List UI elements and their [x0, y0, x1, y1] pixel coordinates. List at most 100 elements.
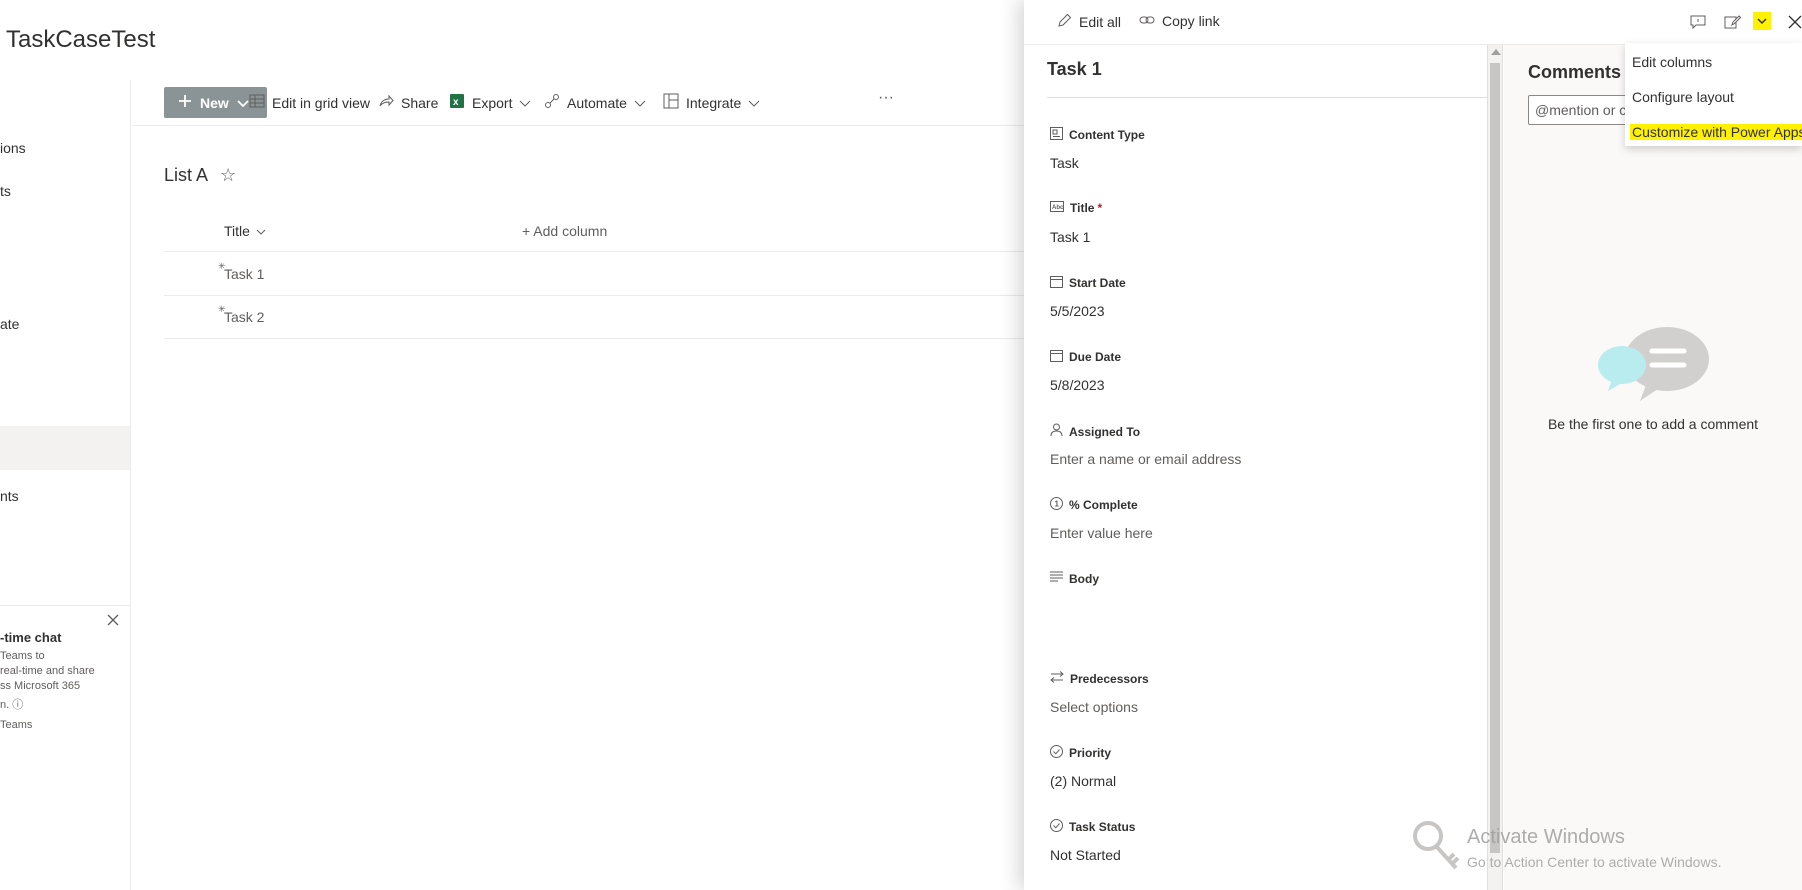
menu-item-edit-columns[interactable]: Edit columns: [1632, 54, 1712, 70]
row-title[interactable]: Task 1: [224, 266, 264, 282]
plus-icon: [178, 94, 192, 111]
share-icon: [378, 93, 394, 112]
field-label-text: Title: [1070, 201, 1095, 215]
menu-item-customize-power-apps[interactable]: Customize with Power Apps: [1630, 124, 1802, 140]
field-label-task-status: Task Status: [1050, 819, 1135, 835]
svg-text:x: x: [453, 97, 459, 108]
percent-complete-input[interactable]: Enter value here: [1050, 525, 1153, 541]
key-icon: [1412, 820, 1462, 877]
field-label-body: Body: [1050, 571, 1099, 586]
table-row[interactable]: ✳ Task 1: [164, 253, 1024, 296]
grid-icon: [249, 93, 265, 112]
info-icon[interactable]: ⓘ: [12, 699, 23, 711]
close-icon[interactable]: [1784, 11, 1802, 33]
close-icon[interactable]: [106, 613, 122, 629]
copy-link-label: Copy link: [1162, 13, 1220, 29]
chevron-down-icon: [748, 95, 760, 111]
nav-item[interactable]: ions: [0, 140, 26, 156]
scroll-up-icon[interactable]: [1491, 49, 1501, 55]
field-label-text: Assigned To: [1069, 424, 1141, 439]
field-value-title[interactable]: Task 1: [1050, 229, 1090, 245]
field-label-assigned-to: Assigned To: [1050, 423, 1140, 440]
automate-button[interactable]: Automate: [544, 93, 646, 112]
row-title[interactable]: Task 2: [224, 309, 264, 325]
nav-item-selected[interactable]: [0, 426, 130, 470]
teams-promo-card: -time chat Teams to real-time and share …: [0, 605, 131, 805]
table-row[interactable]: ✳ Task 2: [164, 296, 1024, 339]
edit-grid-view-button[interactable]: Edit in grid view: [249, 93, 370, 112]
teams-card-text: real-time and share: [0, 665, 95, 677]
person-icon: [1050, 423, 1063, 440]
site-title[interactable]: TaskCaseTest: [6, 26, 155, 54]
edit-all-label: Edit all: [1079, 14, 1122, 30]
edit-all-button[interactable]: Edit all: [1057, 13, 1121, 31]
teams-card-link[interactable]: Teams: [0, 719, 32, 731]
nav-item[interactable]: ts: [0, 183, 11, 199]
share-button[interactable]: Share: [378, 93, 438, 112]
field-label-text: Priority: [1069, 746, 1112, 760]
left-navigation: ions ts ate nts -time chat Teams to real…: [0, 80, 131, 890]
list-title-text: List A: [164, 165, 209, 185]
empty-comments-text: Be the first one to add a comment: [1547, 416, 1759, 432]
task-status-select[interactable]: Not Started: [1050, 847, 1121, 863]
svg-text:1: 1: [1055, 500, 1060, 509]
field-label-text: Body: [1069, 571, 1099, 586]
field-label-start-date: Start Date: [1050, 275, 1126, 291]
nav-item[interactable]: ate: [0, 316, 19, 332]
field-label-text: Due Date: [1069, 350, 1122, 364]
add-column-button[interactable]: + Add column: [522, 223, 607, 239]
chevron-down-icon: [634, 95, 646, 111]
field-label-text: % Complete: [1069, 498, 1138, 512]
integrate-button[interactable]: Integrate: [663, 93, 760, 112]
calendar-icon: [1050, 275, 1063, 291]
comments-pane: Comments @mention or co Be the first one…: [1504, 45, 1802, 890]
field-label-due-date: Due Date: [1050, 349, 1121, 365]
calendar-icon: [1050, 349, 1063, 365]
predecessors-select[interactable]: Select options: [1050, 699, 1138, 715]
comments-title[interactable]: Comments: [1528, 62, 1639, 83]
column-header-label: Title: [224, 223, 250, 239]
automate-icon: [544, 93, 560, 112]
form-scrollbar[interactable]: [1487, 45, 1503, 890]
body-input[interactable]: [1050, 599, 1470, 639]
comments-toggle-icon[interactable]: [1687, 11, 1709, 33]
priority-select[interactable]: (2) Normal: [1050, 773, 1116, 789]
item-form: Task 1 Content Type Task Abc Title * Tas…: [1024, 45, 1494, 890]
link-icon: [1139, 13, 1155, 29]
text-field-icon: Abc: [1050, 201, 1064, 215]
excel-icon: x: [449, 93, 465, 112]
integrate-label: Integrate: [686, 94, 742, 111]
choice-icon: [1050, 745, 1063, 761]
chevron-down-icon[interactable]: [1753, 12, 1771, 30]
watermark-subtitle: Go to Action Center to activate Windows.: [1467, 854, 1722, 870]
field-value-content-type[interactable]: Task: [1050, 155, 1079, 171]
panel-options-menu: Edit columns Configure layout Customize …: [1625, 43, 1802, 146]
edit-form-icon[interactable]: [1721, 11, 1743, 33]
comment-bubbles-illustration: [1596, 325, 1716, 410]
chevron-down-icon: [519, 95, 531, 111]
title-column-header[interactable]: Title: [224, 223, 266, 239]
teams-card-text: n. ⓘ: [0, 699, 24, 711]
copy-link-button[interactable]: Copy link: [1139, 13, 1220, 29]
form-title: Task 1: [1047, 59, 1102, 79]
favorite-star-icon[interactable]: ☆: [220, 165, 236, 186]
integrate-icon: [663, 93, 679, 112]
watermark-title: Activate Windows: [1467, 826, 1625, 848]
field-label-text: Task Status: [1069, 820, 1136, 834]
field-label-percent-complete: 1 % Complete: [1050, 497, 1138, 513]
export-button[interactable]: x Export: [449, 93, 531, 112]
content-type-icon: [1050, 127, 1063, 143]
teams-card-text: ss Microsoft 365: [0, 680, 81, 692]
field-value-due-date[interactable]: 5/8/2023: [1050, 377, 1105, 393]
field-value-start-date[interactable]: 5/5/2023: [1050, 303, 1105, 319]
menu-item-configure-layout[interactable]: Configure layout: [1632, 89, 1734, 105]
more-options-button[interactable]: ···: [878, 89, 894, 107]
divider: [1047, 97, 1487, 98]
multiline-text-icon: [1050, 571, 1063, 586]
pencil-icon: [1057, 13, 1072, 31]
edit-grid-view-label: Edit in grid view: [272, 94, 371, 111]
assigned-to-input[interactable]: Enter a name or email address: [1050, 451, 1241, 467]
nav-item[interactable]: nts: [0, 488, 19, 504]
scrollbar-thumb[interactable]: [1490, 63, 1500, 853]
field-label-predecessors: Predecessors: [1050, 671, 1149, 686]
